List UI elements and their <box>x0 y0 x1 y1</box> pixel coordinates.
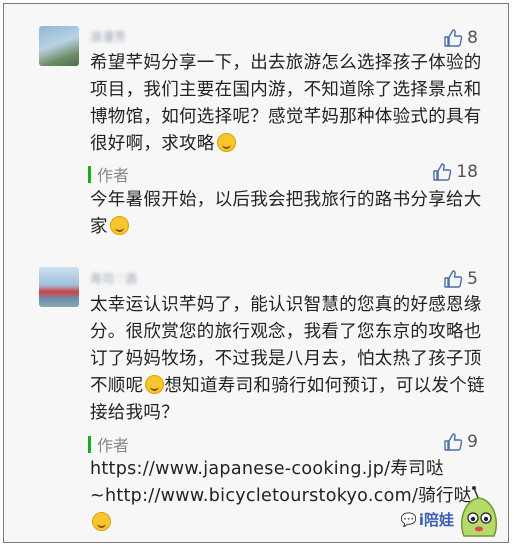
comment-username[interactable]: 浪漫芳 <box>90 28 126 45</box>
mascot-icon <box>460 486 498 537</box>
comment-username[interactable]: 寿司♡酒 <box>90 270 137 287</box>
author-reply-label: 作者 <box>88 432 129 456</box>
smile-emoji-icon <box>92 512 111 531</box>
watermark-text: i陪娃 <box>418 511 454 529</box>
reply-link-1[interactable]: https://www.japanese-cooking.jp/寿司哒 <box>90 456 500 483</box>
thumbs-up-icon <box>433 163 452 181</box>
smile-emoji-icon <box>109 216 129 235</box>
wechat-icon: 💬 <box>400 513 417 528</box>
like-button[interactable]: 8 <box>443 28 478 48</box>
author-reply-label: 作者 <box>88 162 129 186</box>
reply-indicator-bar <box>88 435 91 453</box>
reply-like-button[interactable]: 18 <box>432 162 478 182</box>
reply-indicator-bar <box>88 165 91 183</box>
comments-panel: 浪漫芳 8 希望芊妈分享一下，出去旅游怎么选择孩子体验的项目，我们主要在国内游，… <box>3 3 509 543</box>
comment-text: 太幸运认识芊妈了，能认识智慧的您真的好感恩缘分。很欣赏您的旅行观念，我看了您东京… <box>90 295 485 423</box>
thumbs-up-icon <box>444 270 463 288</box>
reply-text: 今年暑假开始，以后我会把我旅行的路书分享给大家 <box>90 190 482 237</box>
reply-like-button[interactable]: 9 <box>443 432 478 452</box>
watermark-logo: 💬 i陪娃 <box>401 486 502 538</box>
like-count: 18 <box>456 162 478 182</box>
like-count: 8 <box>467 28 478 48</box>
thinking-emoji-icon <box>145 375 165 394</box>
like-count: 9 <box>467 432 478 452</box>
like-count: 5 <box>467 269 478 289</box>
thumbs-up-icon <box>444 29 463 47</box>
comment-text: 希望芊妈分享一下，出去旅游怎么选择孩子体验的项目，我们主要在国内游，不知道除了选… <box>90 53 482 154</box>
like-button[interactable]: 5 <box>443 269 478 289</box>
avatar[interactable] <box>39 267 79 307</box>
thumbs-up-icon <box>444 433 463 451</box>
grin-emoji-icon <box>216 133 236 152</box>
avatar[interactable] <box>39 26 79 66</box>
